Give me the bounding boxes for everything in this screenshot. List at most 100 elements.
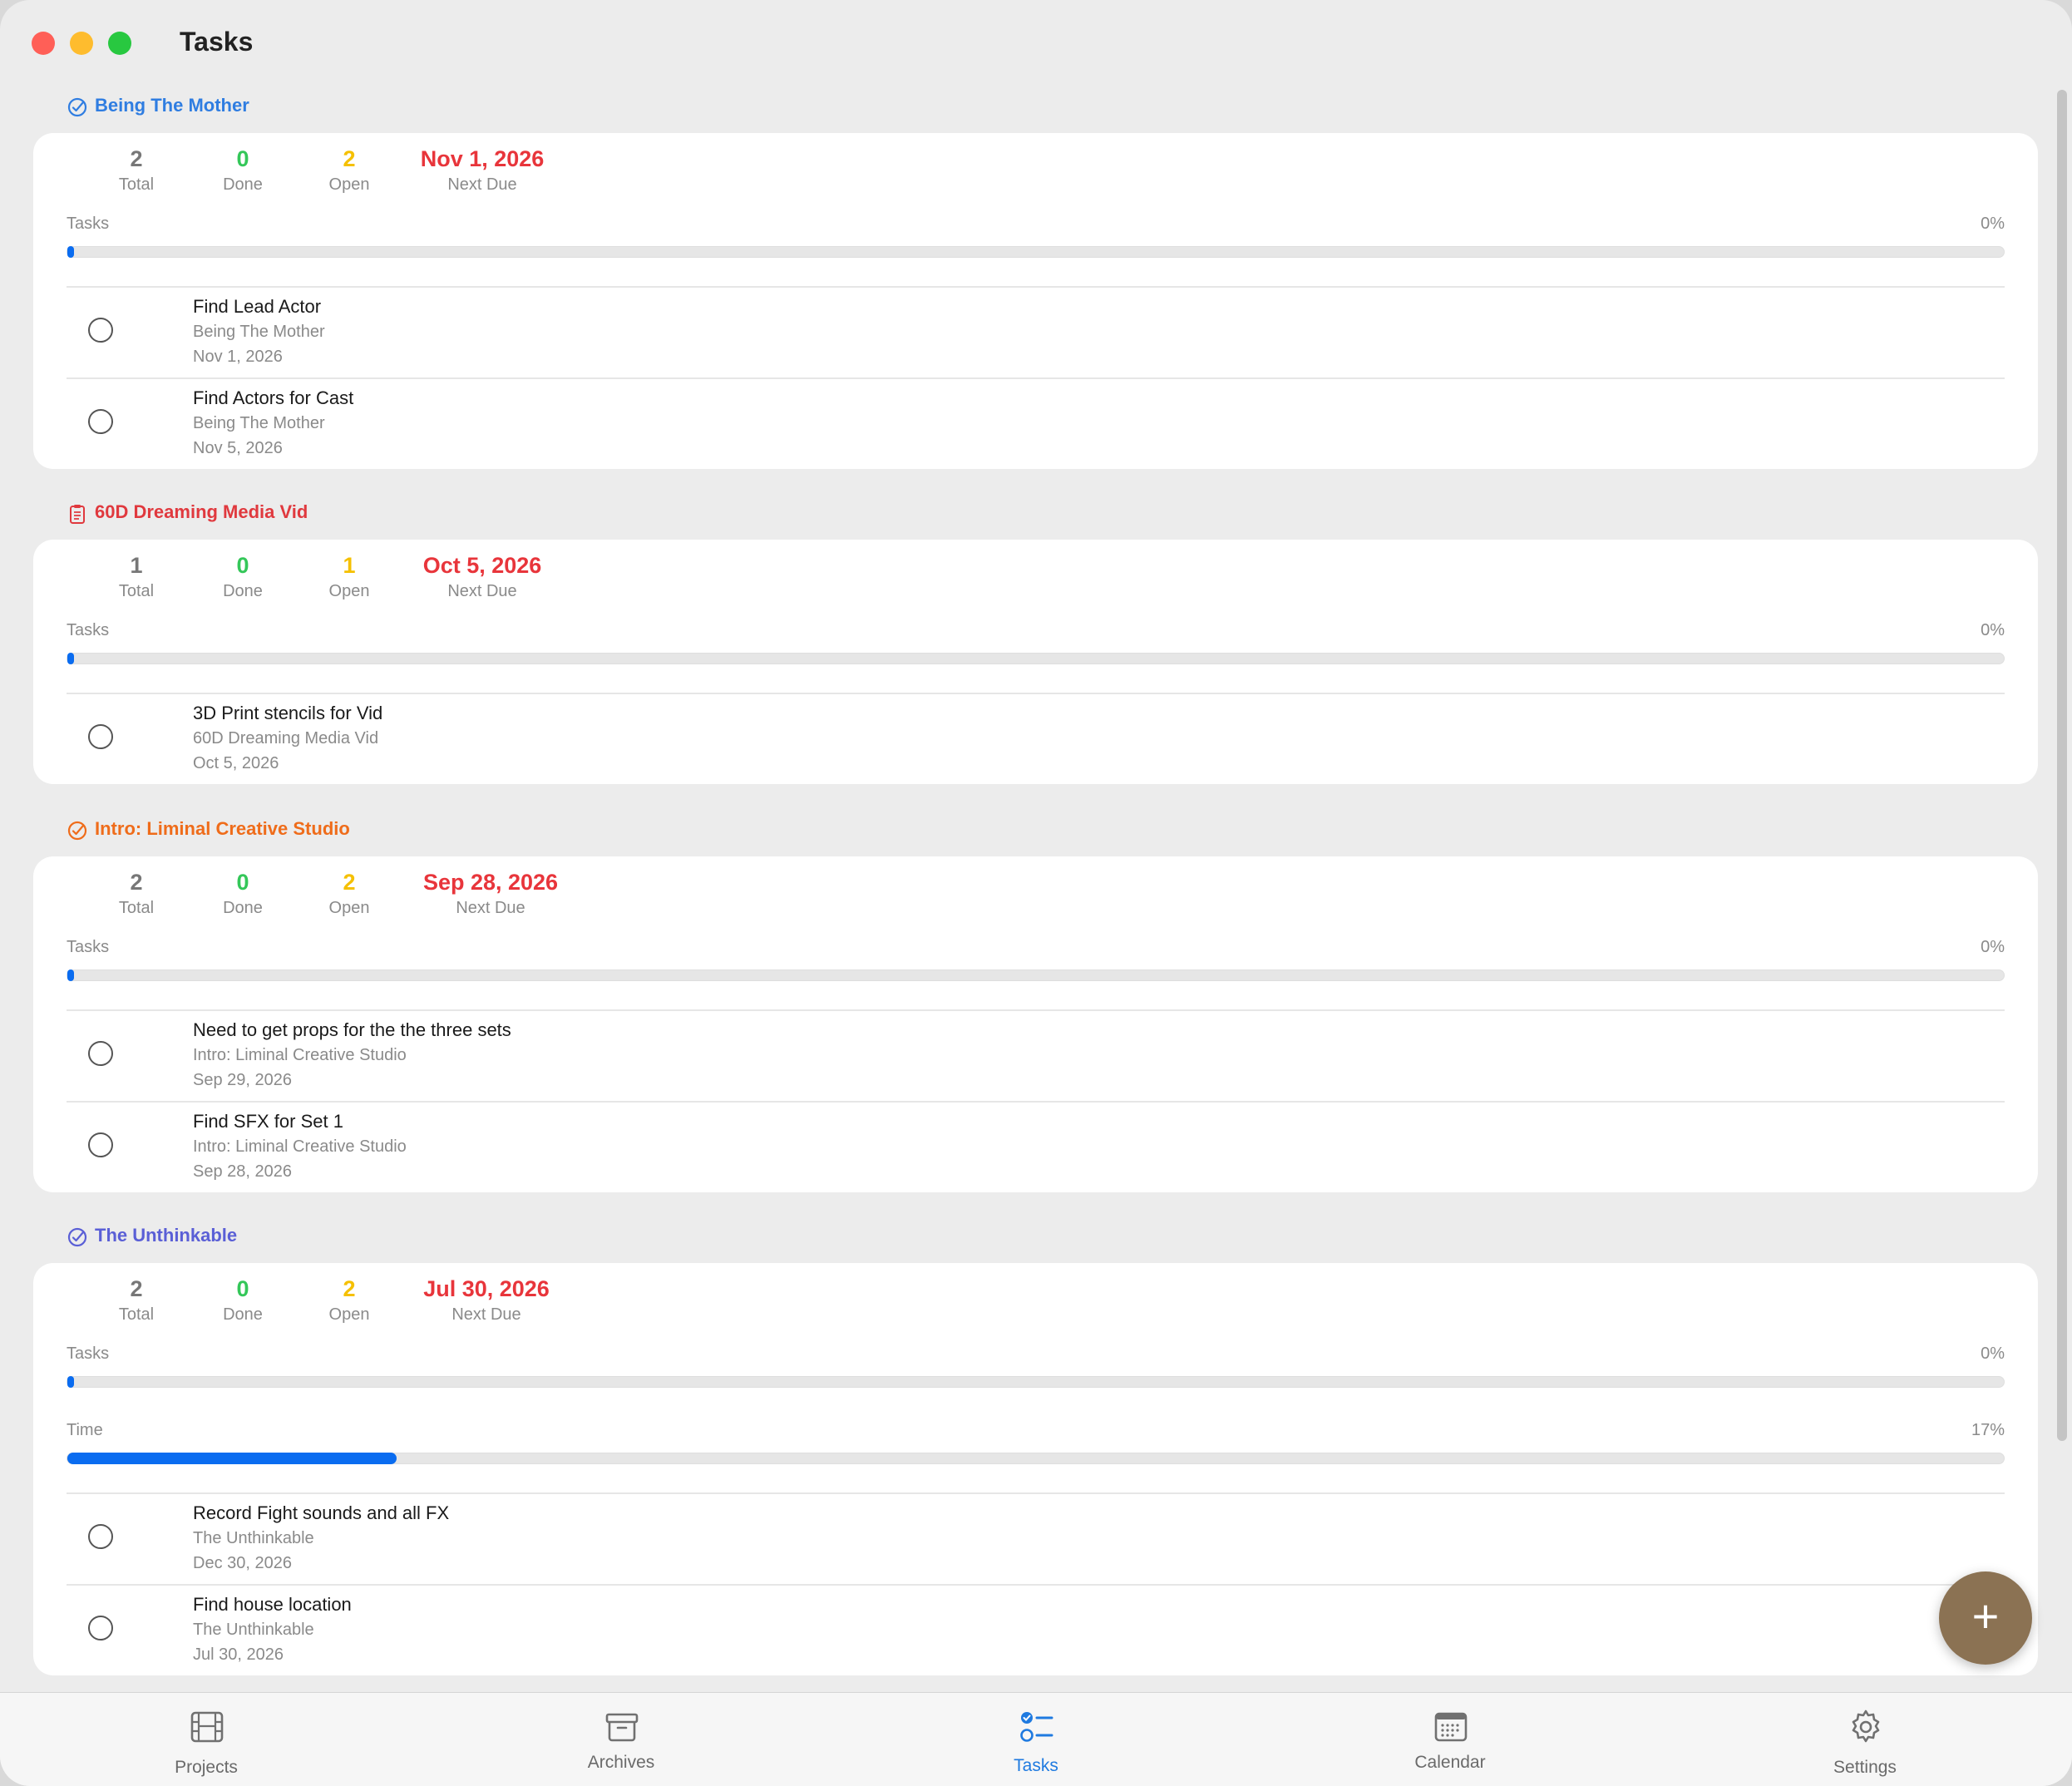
tab-calendar[interactable]: Calendar bbox=[1367, 1693, 1533, 1786]
task-name: Find Lead Actor bbox=[193, 296, 322, 317]
tab-label: Tasks bbox=[1014, 1756, 1058, 1775]
project-card: 1 Total 0 Done 1 Open Oct 5, 2026 Next Due T… bbox=[33, 540, 2038, 784]
app-window: Tasks Being The Mother 2 Total 0 Done 2 Ope… bbox=[0, 0, 2072, 1786]
task-checkbox[interactable] bbox=[88, 1041, 113, 1066]
stat-done-value: 0 bbox=[236, 1276, 249, 1301]
task-row[interactable]: 3D Print stencils for Vid 60D Dreaming M… bbox=[67, 693, 2005, 784]
task-checkbox[interactable] bbox=[88, 1616, 113, 1640]
stats-row: 2 Total 0 Done 2 Open Jul 30, 2026 Next Due bbox=[33, 1263, 2038, 1340]
project-name[interactable]: The Unthinkable bbox=[95, 1225, 237, 1246]
film-icon bbox=[190, 1711, 224, 1743]
progress-track bbox=[67, 1376, 2005, 1388]
progress-track bbox=[67, 653, 2005, 664]
project-section: The Unthinkable 2 Total 0 Done 2 Open Jul 3… bbox=[0, 1213, 2054, 1675]
add-task-button[interactable]: + bbox=[1939, 1571, 2032, 1665]
project-section: Intro: Liminal Creative Studio 2 Total 0 D… bbox=[0, 807, 2054, 1213]
clipboard-icon bbox=[70, 505, 85, 524]
task-date: Jul 30, 2026 bbox=[193, 1645, 284, 1664]
task-row[interactable]: Find SFX for Set 1 Intro: Liminal Creati… bbox=[67, 1101, 2005, 1192]
stat-done-label: Done bbox=[223, 582, 263, 600]
tab-archives[interactable]: Archives bbox=[538, 1693, 704, 1786]
stat-done-label: Done bbox=[223, 1305, 263, 1324]
project-card: 2 Total 0 Done 2 Open Nov 1, 2026 Next Due T… bbox=[33, 133, 2038, 469]
tab-label: Archives bbox=[587, 1753, 655, 1772]
stat-total: 2 Total bbox=[86, 145, 186, 196]
project-name[interactable]: 60D Dreaming Media Vid bbox=[95, 501, 308, 523]
stat-done: 0 Done bbox=[193, 145, 293, 196]
progress-track bbox=[67, 1453, 2005, 1464]
task-name: Need to get props for the the three sets bbox=[193, 1019, 511, 1040]
stats-row: 2 Total 0 Done 2 Open Sep 28, 2026 Next Due bbox=[33, 856, 2038, 933]
tasks-progress: Tasks 0% bbox=[33, 616, 2038, 693]
gear-icon bbox=[1852, 1710, 1880, 1743]
project-card: 2 Total 0 Done 2 Open Sep 28, 2026 Next Due … bbox=[33, 856, 2038, 1192]
task-date: Nov 1, 2026 bbox=[193, 348, 283, 366]
stat-total-value: 2 bbox=[130, 870, 143, 895]
task-name: Record Fight sounds and all FX bbox=[193, 1502, 450, 1523]
progress-label: Tasks bbox=[67, 621, 110, 639]
progress-label: Tasks bbox=[67, 1344, 110, 1363]
task-checkbox[interactable] bbox=[88, 318, 113, 343]
close-window-button[interactable] bbox=[32, 32, 55, 55]
stat-next-due-label: Next Due bbox=[447, 175, 517, 194]
project-header: Intro: Liminal Creative Studio bbox=[0, 807, 2054, 856]
progress-percent: 0% bbox=[1981, 1344, 2005, 1363]
progress-percent: 0% bbox=[1981, 621, 2005, 639]
project-section: Being The Mother 2 Total 0 Done 2 Open Nov … bbox=[0, 83, 2054, 469]
project-name[interactable]: Intro: Liminal Creative Studio bbox=[95, 818, 350, 840]
checkmark-circle-icon bbox=[67, 1227, 87, 1247]
stat-next-due: Nov 1, 2026 Next Due bbox=[382, 145, 582, 196]
task-checkbox[interactable] bbox=[88, 409, 113, 434]
plus-icon: + bbox=[1971, 1590, 2000, 1642]
stat-next-due: Sep 28, 2026 Next Due bbox=[382, 868, 599, 920]
progress-fill bbox=[67, 1376, 74, 1388]
task-checkbox[interactable] bbox=[88, 724, 113, 749]
zoom-window-button[interactable] bbox=[108, 32, 131, 55]
vertical-scrollbar[interactable] bbox=[2055, 83, 2069, 1692]
progress-percent: 17% bbox=[1971, 1421, 2005, 1439]
stat-next-due-label: Next Due bbox=[456, 899, 525, 917]
stat-total: 2 Total bbox=[86, 868, 186, 920]
task-project: 60D Dreaming Media Vid bbox=[193, 729, 379, 747]
minimize-window-button[interactable] bbox=[70, 32, 93, 55]
tab-settings[interactable]: Settings bbox=[1782, 1693, 1948, 1786]
tasks-progress: Tasks 0% bbox=[33, 933, 2038, 1009]
stat-done: 0 Done bbox=[193, 1275, 293, 1326]
tasks-scroll-view[interactable]: Being The Mother 2 Total 0 Done 2 Open Nov … bbox=[0, 83, 2054, 1692]
project-name[interactable]: Being The Mother bbox=[95, 95, 249, 116]
title-bar: Tasks bbox=[0, 0, 2072, 83]
task-name: Find SFX for Set 1 bbox=[193, 1111, 343, 1132]
stat-next-due: Oct 5, 2026 Next Due bbox=[382, 551, 582, 603]
task-row[interactable]: Find house location The Unthinkable Jul … bbox=[67, 1584, 2005, 1675]
tab-tasks[interactable]: Tasks bbox=[953, 1693, 1119, 1786]
stat-next-due-value: Sep 28, 2026 bbox=[422, 870, 559, 895]
stat-next-due-value: Oct 5, 2026 bbox=[422, 553, 542, 578]
task-row[interactable]: Need to get props for the the three sets… bbox=[67, 1009, 2005, 1101]
stats-row: 1 Total 0 Done 1 Open Oct 5, 2026 Next Due bbox=[33, 540, 2038, 616]
task-row[interactable]: Find Lead Actor Being The Mother Nov 1, … bbox=[67, 286, 2005, 377]
task-project: Being The Mother bbox=[193, 323, 325, 341]
progress-fill bbox=[67, 246, 74, 258]
progress-label: Time bbox=[67, 1421, 103, 1439]
task-checkbox[interactable] bbox=[88, 1524, 113, 1549]
progress-label: Tasks bbox=[67, 938, 110, 956]
stat-total: 2 Total bbox=[86, 1275, 186, 1326]
stat-done-value: 0 bbox=[236, 553, 249, 578]
checklist-icon bbox=[1020, 1712, 1053, 1742]
tab-projects[interactable]: Projects bbox=[123, 1693, 289, 1786]
calendar-icon bbox=[1434, 1712, 1468, 1742]
task-date: Nov 5, 2026 bbox=[193, 439, 283, 457]
time-progress: Time 17% bbox=[33, 1416, 2038, 1492]
stat-done-label: Done bbox=[223, 175, 263, 194]
stat-next-due-value: Nov 1, 2026 bbox=[420, 146, 545, 171]
task-row[interactable]: Find Actors for Cast Being The Mother No… bbox=[67, 377, 2005, 469]
stat-total-value: 2 bbox=[130, 1276, 143, 1301]
stat-total-label: Total bbox=[118, 175, 155, 194]
stat-done-value: 0 bbox=[236, 870, 249, 895]
task-date: Sep 29, 2026 bbox=[193, 1071, 292, 1089]
task-checkbox[interactable] bbox=[88, 1132, 113, 1157]
task-row[interactable]: Record Fight sounds and all FX The Unthi… bbox=[67, 1492, 2005, 1584]
scrollbar-thumb[interactable] bbox=[2057, 90, 2067, 1441]
tab-label: Calendar bbox=[1414, 1753, 1486, 1772]
project-card: 2 Total 0 Done 2 Open Jul 30, 2026 Next Due … bbox=[33, 1263, 2038, 1675]
